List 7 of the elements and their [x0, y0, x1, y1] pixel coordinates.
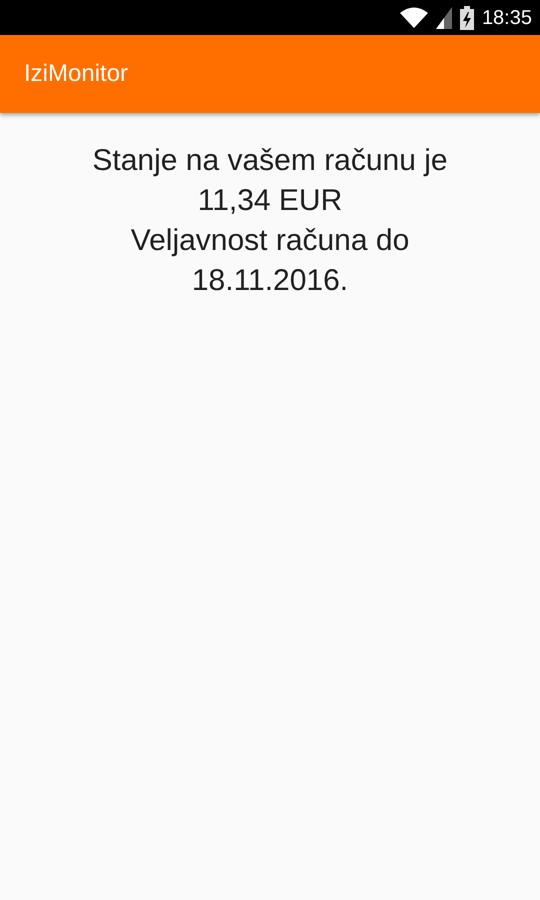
info-text: Stanje na vašem računu je 11,34 EUR [91, 143, 449, 219]
clock-time: 18:35 [482, 6, 532, 30]
signal-icon [436, 6, 452, 28]
battery-charging-icon [460, 6, 474, 30]
wifi-icon [400, 6, 428, 28]
app-title: IziMonitor [24, 59, 128, 89]
info-text: Veljavnost računa do 18.11.2016. [130, 223, 410, 299]
